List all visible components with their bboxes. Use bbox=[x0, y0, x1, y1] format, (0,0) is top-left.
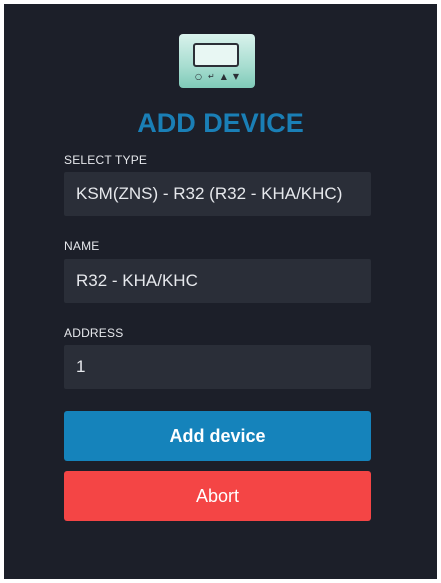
dialog-title: ADD DEVICE bbox=[137, 108, 304, 138]
name-value: R32 - KHA/KHC bbox=[76, 271, 198, 290]
arrow-down-icon: ▼ bbox=[232, 72, 239, 81]
add-device-dialog: ○ ↵ ▲ ▼ ADD DEVICE SELECT TYPE KSM(ZNS) … bbox=[4, 4, 437, 579]
select-type-value: KSM(ZNS) - R32 (R32 - KHA/KHC) bbox=[76, 184, 343, 203]
address-label: ADDRESS bbox=[64, 326, 124, 340]
address-value: 1 bbox=[76, 357, 86, 376]
device-screen bbox=[193, 43, 239, 67]
device-buttons: ○ ↵ ▲ ▼ bbox=[179, 71, 255, 83]
arrow-up-icon: ▲ bbox=[220, 72, 227, 81]
select-type-label: SELECT TYPE bbox=[64, 153, 148, 167]
thermostat-device-icon: ○ ↵ ▲ ▼ bbox=[179, 34, 255, 88]
power-icon: ○ bbox=[195, 72, 202, 81]
name-input[interactable]: R32 - KHA/KHC bbox=[64, 259, 371, 303]
add-device-button[interactable]: Add device bbox=[64, 411, 371, 461]
enter-icon: ↵ bbox=[207, 72, 215, 81]
name-label: NAME bbox=[64, 239, 100, 253]
abort-button[interactable]: Abort bbox=[64, 471, 371, 521]
address-input[interactable]: 1 bbox=[64, 345, 371, 389]
select-type-dropdown[interactable]: KSM(ZNS) - R32 (R32 - KHA/KHC) bbox=[64, 172, 371, 216]
